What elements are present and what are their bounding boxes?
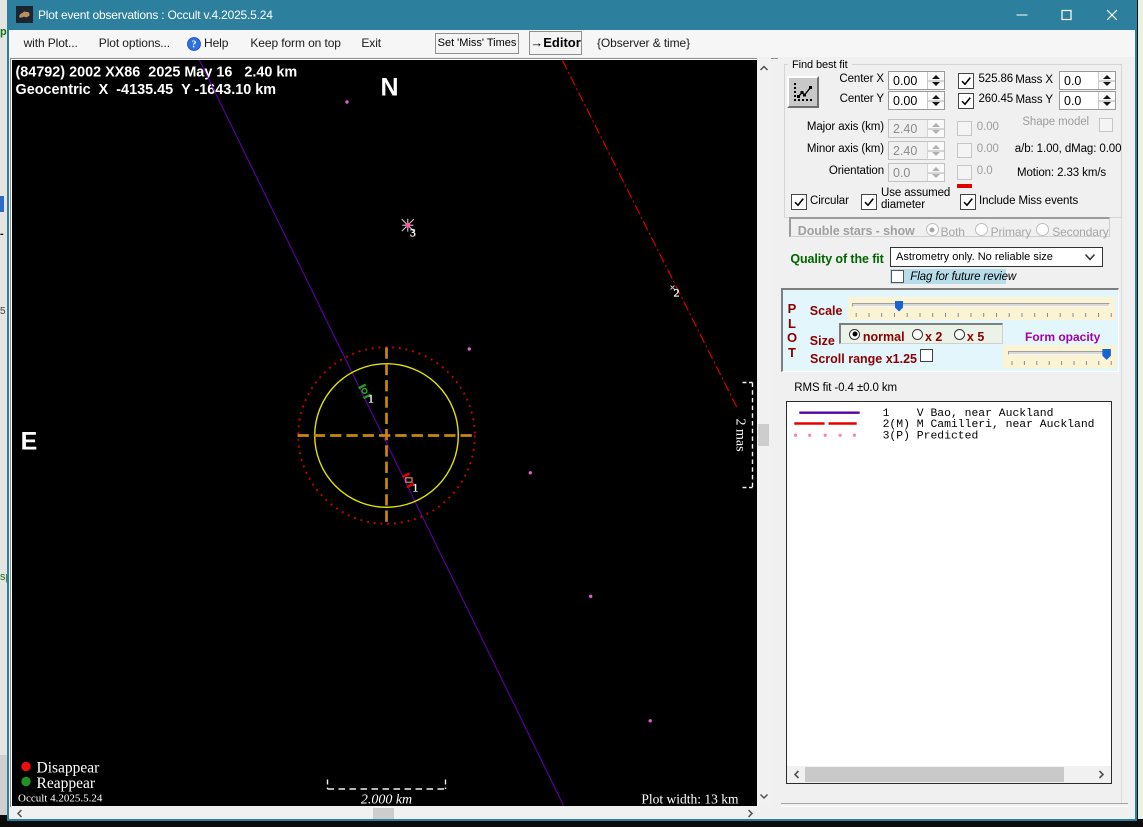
svg-text:1: 1: [368, 393, 374, 405]
svg-text:E: E: [20, 427, 37, 455]
svg-text:Occult 4.2025.5.24: Occult 4.2025.5.24: [18, 792, 103, 804]
svg-text:3: 3: [410, 227, 416, 239]
svg-text:(84792) 2002 XX86 2025 May 16: (84792) 2002 XX86 2025 May 16 2.40 km: [15, 64, 297, 80]
svg-text:2 mas: 2 mas: [732, 418, 747, 451]
svg-text:1 V Bao, near Auckland: 1 V Bao, near Auckland: [883, 408, 1054, 420]
svg-text:2.000 km: 2.000 km: [360, 792, 411, 806]
svg-text:Plot width: 13 km: Plot width: 13 km: [641, 791, 739, 806]
svg-text:Reappear: Reappear: [36, 775, 95, 792]
svg-text:N: N: [380, 73, 398, 101]
svg-text:?: ?: [192, 39, 197, 50]
svg-text:Geocentric X -4135.45 Y -16: Geocentric X -4135.45 Y -1643.10 km: [15, 81, 276, 97]
svg-text:2(M) M Camilleri, near Aucklan: 2(M) M Camilleri, near Auckland: [883, 419, 1095, 431]
svg-text:2: 2: [673, 285, 679, 299]
svg-text:1: 1: [412, 482, 418, 494]
svg-text:3(P) Predicted: 3(P) Predicted: [883, 430, 979, 442]
svg-text:Disappear: Disappear: [36, 759, 100, 776]
